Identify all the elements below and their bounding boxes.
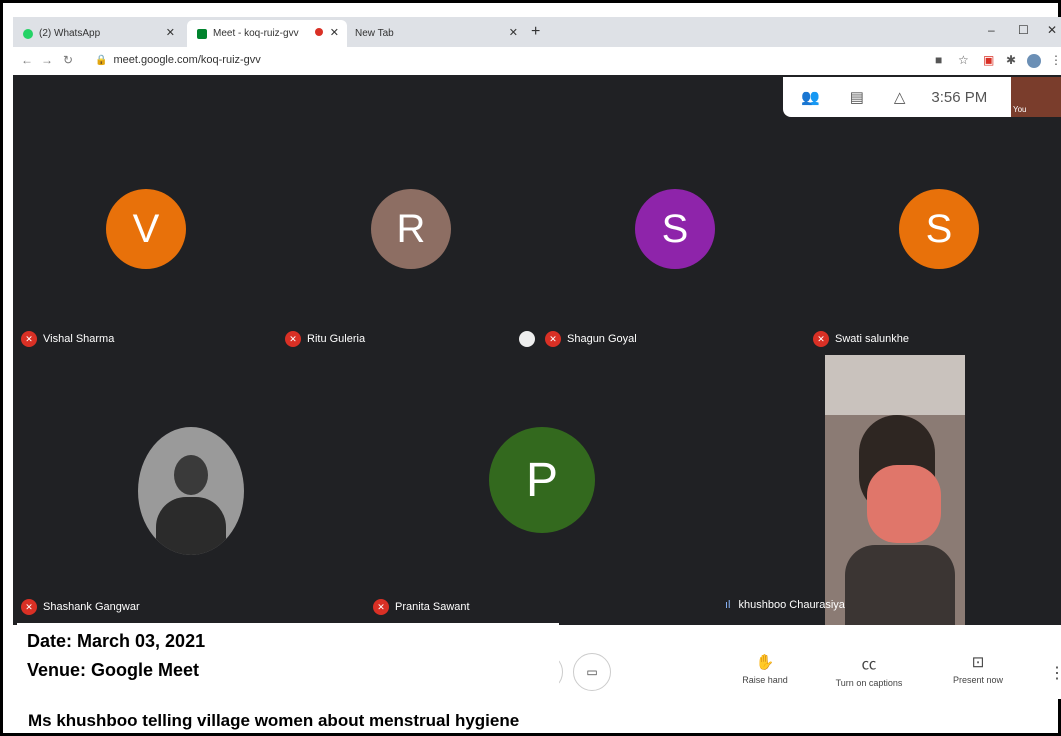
participant-name: Shagun Goyal <box>567 333 637 345</box>
photo-caption: Ms khushboo telling village women about … <box>28 711 520 730</box>
captions-label: Turn on captions <box>835 678 903 688</box>
whatsapp-icon <box>23 28 33 39</box>
camera-icon[interactable]: ■ <box>935 53 942 67</box>
extension-icon[interactable]: ▣ <box>983 53 994 67</box>
meet-icon <box>197 28 207 39</box>
camera-icon: ▭ <box>586 665 598 679</box>
tab-label: (2) WhatsApp <box>39 28 101 39</box>
participant-name-tag: ✕ Shashank Gangwar <box>21 599 140 615</box>
hand-icon: ✋ <box>755 654 775 671</box>
back-icon[interactable]: ← <box>21 53 33 67</box>
window-close-icon[interactable]: ✕ <box>1047 23 1057 37</box>
activities-icon[interactable]: △ <box>894 88 906 106</box>
reload-icon[interactable]: ↻ <box>63 53 73 67</box>
minimize-icon[interactable]: – <box>988 23 995 37</box>
participant-name-tag: ✕ Pranita Sawant <box>373 599 470 615</box>
mic-muted-icon: ✕ <box>373 599 389 615</box>
participant-name-tag: ✕ Shagun Goyal <box>519 331 637 347</box>
participant-name: Ritu Guleria <box>307 333 366 345</box>
url-field[interactable]: 🔒 meet.google.com/koq-ruiz-gvv <box>95 54 261 66</box>
participant-name-tag: ıl khushboo Chaurasiya <box>725 599 845 611</box>
participant-name: Swati salunkhe <box>835 333 909 345</box>
present-icon: ⊡ <box>971 654 985 671</box>
raise-hand-label: Raise hand <box>742 675 788 685</box>
address-bar: ← → ↻ 🔒 meet.google.com/koq-ruiz-gvv ■ ☆ … <box>13 47 1061 76</box>
event-venue: Venue: Google Meet <box>27 660 200 680</box>
forward-icon[interactable]: → <box>41 53 53 67</box>
participant-name: Pranita Sawant <box>395 601 470 613</box>
captions-icon: ㏄ <box>861 656 877 673</box>
event-info-box: Date: March 03, 2021 Venue: Google Meet <box>17 623 559 695</box>
participant-avatar: P <box>489 427 595 533</box>
browser-tab-strip: (2) WhatsApp ✕ Meet - koq-ruiz-gvv ✕ New… <box>13 17 1061 47</box>
meet-grid: 👥 ▤ △ 3:56 PM You V ✕ Vishal Sharma R ✕ … <box>13 75 1061 625</box>
raise-hand-button[interactable]: ✋ Raise hand <box>715 653 815 685</box>
recording-icon <box>315 28 323 36</box>
tab-label: Meet - koq-ruiz-gvv <box>213 28 299 39</box>
screenshot-frame: (2) WhatsApp ✕ Meet - koq-ruiz-gvv ✕ New… <box>0 0 1061 736</box>
mic-muted-icon: ✕ <box>21 599 37 615</box>
participant-name: Vishal Sharma <box>43 333 115 345</box>
close-icon[interactable]: ✕ <box>509 26 518 39</box>
profile-avatar[interactable] <box>1027 54 1041 68</box>
people-icon[interactable]: 👥 <box>801 88 820 106</box>
camera-button[interactable]: ▭ <box>573 653 611 691</box>
participant-name: Shashank Gangwar <box>43 601 140 613</box>
participant-video <box>825 355 965 625</box>
puzzle-icon[interactable]: ✱ <box>1006 53 1016 67</box>
tab-meet[interactable]: Meet - koq-ruiz-gvv ✕ <box>187 20 347 47</box>
close-icon[interactable]: ✕ <box>330 26 339 39</box>
url-text: meet.google.com/koq-ruiz-gvv <box>113 54 261 66</box>
menu-icon[interactable]: ⋮ <box>1050 53 1061 67</box>
captions-button[interactable]: ㏄ Turn on captions <box>819 653 919 688</box>
lock-icon: 🔒 <box>95 55 108 66</box>
participant-avatar: R <box>371 189 451 269</box>
pin-icon[interactable] <box>519 331 535 347</box>
mic-muted-icon: ✕ <box>21 331 37 347</box>
new-tab-button[interactable]: + <box>531 23 540 41</box>
mic-muted-icon: ✕ <box>545 331 561 347</box>
meeting-info-bar: 👥 ▤ △ 3:56 PM <box>783 77 1011 117</box>
participant-name-tag: ✕ Swati salunkhe <box>813 331 909 347</box>
close-icon[interactable]: ✕ <box>166 26 175 39</box>
chat-icon[interactable]: ▤ <box>850 88 864 106</box>
self-label: You <box>1013 105 1027 114</box>
speaking-icon: ıl <box>725 599 731 611</box>
participant-avatar: V <box>106 189 186 269</box>
tab-whatsapp[interactable]: (2) WhatsApp ✕ <box>13 20 183 47</box>
more-options-icon[interactable]: ⋮ <box>1049 663 1061 683</box>
mic-muted-icon: ✕ <box>285 331 301 347</box>
participant-photo <box>138 427 244 555</box>
participant-name-tag: ✕ Ritu Guleria <box>285 331 365 347</box>
self-view-tile[interactable]: You <box>1011 77 1061 117</box>
participant-name: khushboo Chaurasiya <box>738 599 845 611</box>
present-label: Present now <box>952 675 1004 685</box>
maximize-icon[interactable]: ☐ <box>1018 23 1029 37</box>
participant-name-tag: ✕ Vishal Sharma <box>21 331 114 347</box>
participant-avatar: S <box>899 189 979 269</box>
mic-muted-icon: ✕ <box>813 331 829 347</box>
tab-new[interactable]: New Tab ✕ <box>351 20 526 47</box>
star-icon[interactable]: ☆ <box>958 53 969 67</box>
tab-label: New Tab <box>355 28 394 39</box>
participant-avatar: S <box>635 189 715 269</box>
meeting-clock: 3:56 PM <box>931 88 988 106</box>
event-date: Date: March 03, 2021 <box>27 631 206 651</box>
present-button[interactable]: ⊡ Present now <box>928 653 1028 685</box>
